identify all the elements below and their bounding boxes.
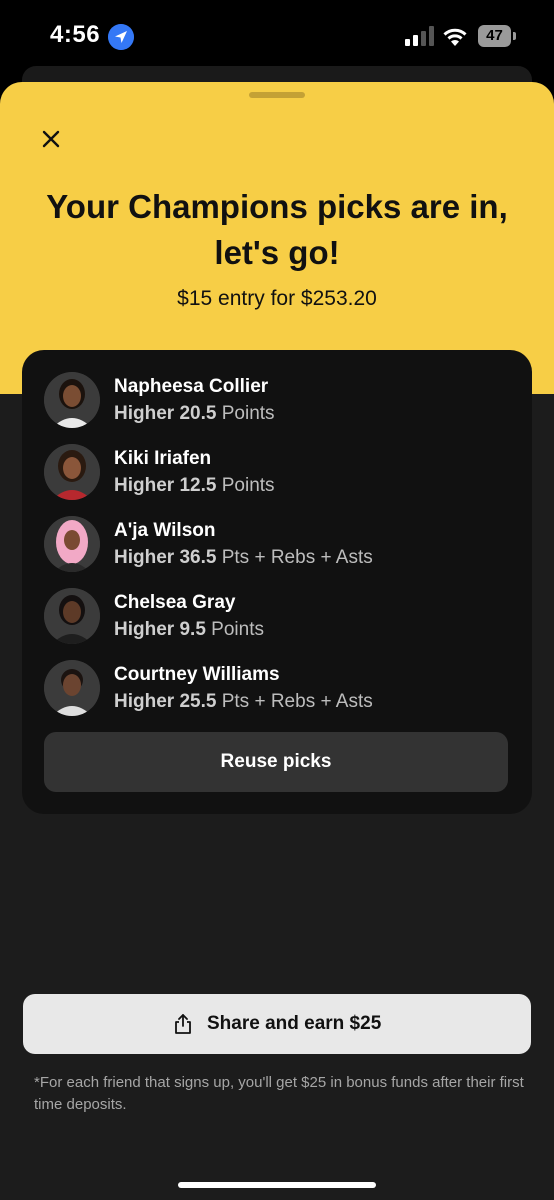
battery-indicator: 47 (478, 25, 516, 47)
share-icon (175, 1014, 191, 1034)
location-arrow-icon (108, 24, 134, 50)
picks-card: Napheesa Collier Higher 20.5 Points Kiki… (22, 350, 532, 814)
battery-tip (513, 32, 516, 40)
pick-value: 36.5 (179, 547, 217, 568)
player-name: Napheesa Collier (114, 376, 269, 397)
page-title: Your Champions picks are in, let's go! (0, 184, 554, 276)
share-and-earn-button[interactable]: Share and earn $25 (23, 994, 531, 1054)
pick-stat: Points (221, 403, 275, 424)
reuse-picks-button[interactable]: Reuse picks (44, 732, 508, 792)
player-avatar (44, 660, 100, 716)
pick-direction: Higher (114, 547, 175, 568)
pick-direction: Higher (114, 403, 175, 424)
title-line-1: Your Champions picks are in, (46, 188, 508, 225)
pick-stat: Points (211, 619, 264, 640)
player-name: Kiki Iriafen (114, 448, 212, 469)
title-line-2: let's go! (214, 234, 340, 271)
share-button-label: Share and earn $25 (207, 1013, 382, 1034)
pick-line: Higher 12.5 Points (114, 475, 275, 497)
pick-stat: Pts + Rebs + Asts (221, 547, 373, 568)
player-name: Chelsea Gray (114, 592, 236, 613)
player-avatar (44, 516, 100, 572)
player-avatar (44, 444, 100, 500)
pick-line: Higher 20.5 Points (114, 403, 275, 425)
pick-stat: Points (221, 475, 275, 496)
wifi-icon (443, 28, 467, 46)
pick-direction: Higher (114, 691, 175, 712)
player-name: A'ja Wilson (114, 520, 216, 541)
pick-row: Kiki Iriafen Higher 12.5 Points (44, 444, 514, 504)
home-indicator[interactable] (178, 1182, 376, 1188)
pick-value: 12.5 (179, 475, 217, 496)
player-name: Courtney Williams (114, 664, 280, 685)
pick-row: A'ja Wilson Higher 36.5 Pts + Rebs + Ast… (44, 516, 514, 576)
pick-row: Chelsea Gray Higher 9.5 Points (44, 588, 514, 648)
pick-direction: Higher (114, 475, 175, 496)
pick-line: Higher 36.5 Pts + Rebs + Asts (114, 547, 373, 569)
status-time: 4:56 (50, 21, 101, 48)
sheet-grabber[interactable] (249, 92, 305, 98)
pick-stat: Pts + Rebs + Asts (221, 691, 373, 712)
pick-row: Courtney Williams Higher 25.5 Pts + Rebs… (44, 660, 514, 720)
player-avatar (44, 588, 100, 644)
pick-value: 25.5 (179, 691, 217, 712)
status-bar: 4:56 47 (0, 0, 554, 70)
sheet-header: Your Champions picks are in, let's go! $… (0, 82, 554, 394)
signal-icon (405, 26, 434, 46)
pick-value: 20.5 (179, 403, 217, 424)
pick-line: Higher 9.5 Points (114, 619, 264, 641)
pick-direction: Higher (114, 619, 175, 640)
entry-summary: $15 entry for $253.20 (177, 287, 377, 310)
picks-confirmation-sheet: Your Champions picks are in, let's go! $… (0, 82, 554, 1200)
pick-value: 9.5 (179, 619, 206, 640)
close-icon[interactable] (36, 124, 66, 154)
referral-disclaimer: *For each friend that signs up, you'll g… (34, 1074, 524, 1113)
pick-row: Napheesa Collier Higher 20.5 Points (44, 372, 514, 432)
player-avatar (44, 372, 100, 428)
pick-line: Higher 25.5 Pts + Rebs + Asts (114, 691, 373, 713)
battery-level: 47 (478, 25, 511, 47)
